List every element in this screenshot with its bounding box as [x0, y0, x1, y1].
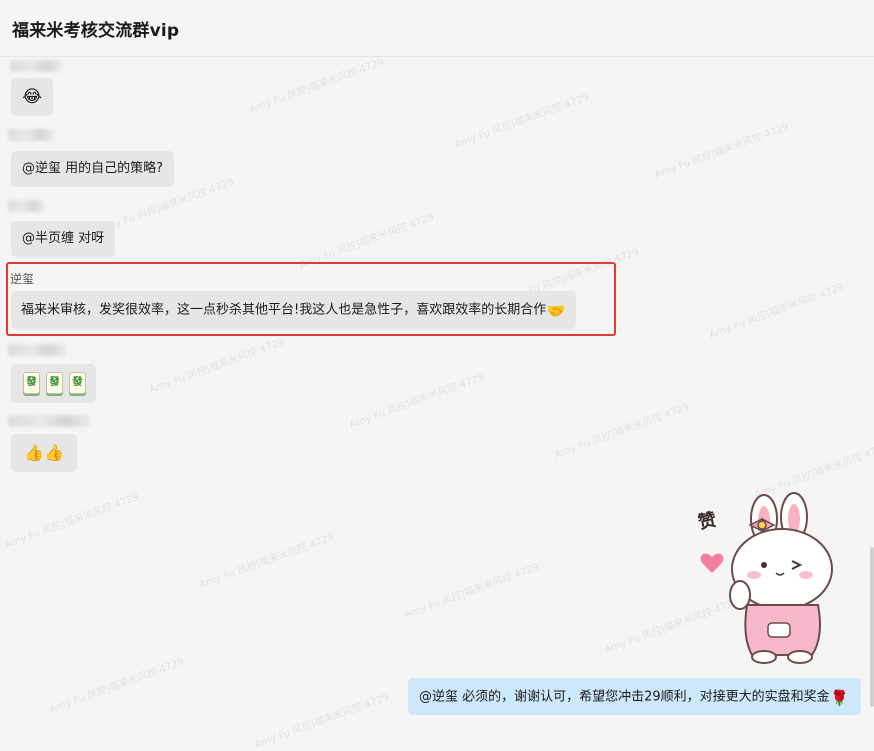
message-text: @半页缠 对呀 [22, 231, 105, 246]
rose-emoji-icon: 🌹 [830, 689, 850, 707]
laughing-emoji-icon: 😂 [22, 87, 42, 107]
sender-name[interactable]: 逆玺 [10, 270, 34, 287]
watermark: Amy Fu 风控|福来米风控 4729 [553, 401, 691, 461]
message-bubble[interactable]: 😂 [11, 78, 53, 116]
message-bubble[interactable]: 👍👍 [11, 434, 77, 472]
message-bubble[interactable]: 福来米审核，发奖很效率，这一点秒杀其他平台!我这人也是急性子，喜欢跟效率的长期合… [11, 291, 577, 329]
message-list[interactable]: Amy Fu 风控|福来米风控 4729 Amy Fu 风控|福来米风控 472… [0, 57, 874, 751]
watermark: Amy Fu 风控|福来米风控 4729 [253, 691, 391, 751]
watermark: Amy Fu 风控|福来米风控 4729 [403, 561, 541, 621]
watermark: Amy Fu 风控|福来米风控 4729 [148, 336, 286, 396]
watermark: Amy Fu 风控|福来米风控 4729 [48, 656, 186, 716]
watermark: Amy Fu 风控|福来米风控 4729 [3, 491, 141, 551]
message-bubble[interactable]: @逆玺 用的自己的策略? [11, 151, 175, 187]
message-bubble-own[interactable]: @逆玺 必须的，谢谢认可，希望您冲击29顺利，对接更大的实盘和奖金🌹 [408, 678, 861, 715]
watermark: Amy Fu 风控|福来米风控 4729 [248, 56, 386, 116]
mahjong-tile-icon: 發 [69, 372, 86, 394]
message-text: @逆玺 用的自己的策略? [22, 161, 164, 176]
mahjong-tile-icon: 發 [46, 372, 63, 394]
mahjong-tile-icon: 發 [23, 372, 40, 394]
sender-name-blurred [8, 415, 90, 427]
message-bubble[interactable]: 發發發 [11, 364, 96, 403]
message-text: 福来米审核，发奖很效率，这一点秒杀其他平台!我这人也是急性子，喜欢跟效率的长期合… [21, 302, 547, 318]
thumbs-up-emoji-icon: 👍👍 [24, 443, 64, 462]
sender-name-blurred [8, 129, 54, 141]
watermark: Amy Fu 风控|福来米风控 4729 [198, 531, 336, 591]
sender-name-blurred [10, 60, 62, 72]
bunny-sticker[interactable]: 赞 [692, 487, 842, 667]
watermark: Amy Fu 风控|福来米风控 4729 [708, 281, 846, 341]
sender-name-blurred [8, 344, 66, 356]
sender-name-blurred [8, 200, 44, 212]
group-title[interactable]: 福来米考核交流群vip [12, 16, 179, 41]
watermark: Amy Fu 风控|福来米风控 4729 [653, 121, 791, 181]
message-text: @逆玺 必须的，谢谢认可，希望您冲击29顺利，对接更大的实盘和奖金 [419, 689, 830, 705]
scrollbar[interactable] [870, 547, 874, 707]
chat-header: 福来米考核交流群vip [0, 0, 874, 57]
handshake-emoji-icon: 🤝 [546, 302, 566, 320]
watermark: Amy Fu 风控|福来米风控 4729 [453, 91, 591, 151]
message-bubble[interactable]: @半页缠 对呀 [11, 221, 116, 257]
watermark: Amy Fu 风控|福来米风控 4729 [348, 371, 486, 431]
